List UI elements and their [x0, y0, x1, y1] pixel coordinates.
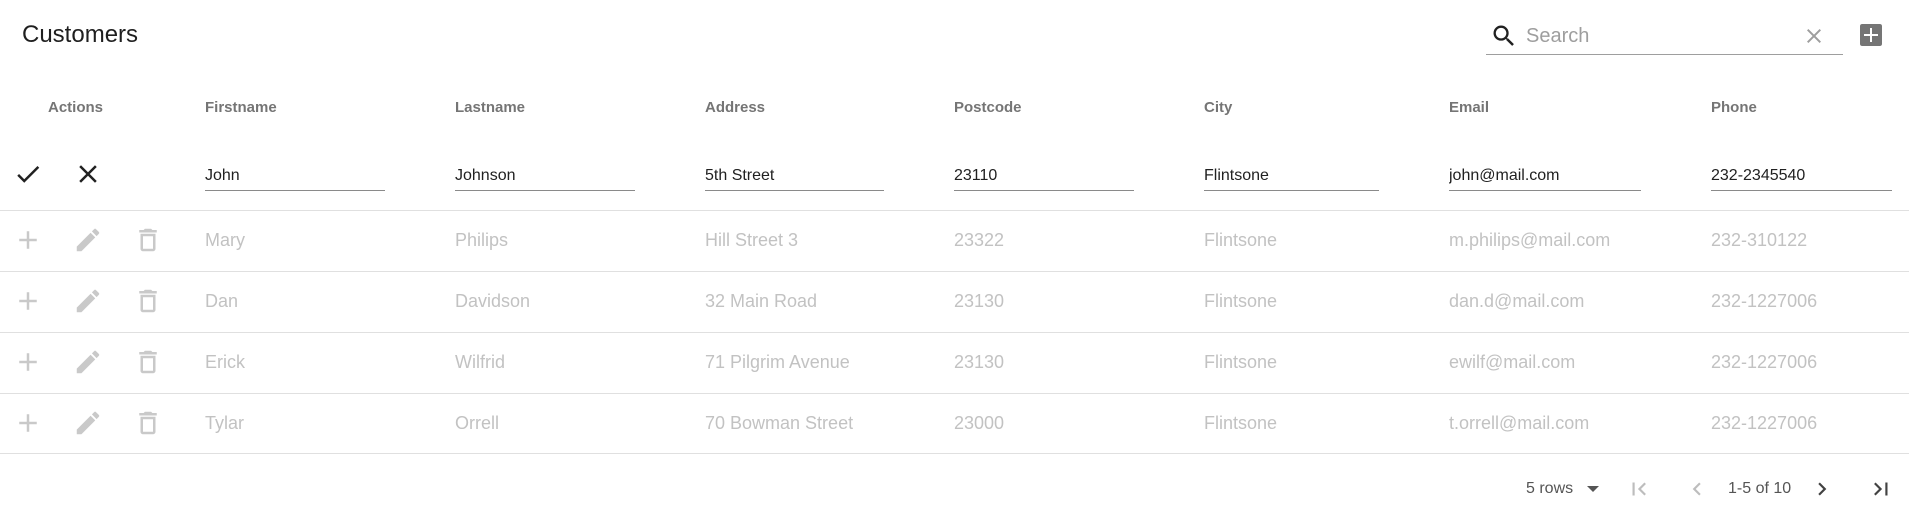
column-header-phone[interactable]: Phone	[1711, 99, 1757, 117]
cell-address: Hill Street 3	[705, 230, 799, 250]
cell-email: ewilf@mail.com	[1449, 352, 1576, 372]
cell-address: 32 Main Road	[705, 291, 818, 311]
cell-city: Flintsone	[1204, 230, 1278, 250]
cell-email: m.philips@mail.com	[1449, 230, 1611, 250]
email-field[interactable]	[1449, 161, 1641, 191]
cell-firstname: Erick	[205, 352, 245, 372]
cell-firstname: Tylar	[205, 413, 245, 433]
postcode-field[interactable]	[954, 161, 1134, 191]
row-divider	[0, 393, 1909, 394]
row-divider	[0, 210, 1909, 211]
column-header-email[interactable]: Email	[1449, 99, 1489, 117]
edit-icon[interactable]	[73, 347, 103, 377]
edit-icon[interactable]	[73, 408, 103, 438]
cell-phone: 232-310122	[1711, 230, 1808, 250]
search-input[interactable]	[1526, 22, 1786, 50]
delete-icon[interactable]	[133, 286, 163, 316]
search-field[interactable]	[1486, 16, 1843, 55]
arrow-drop-down-icon[interactable]	[1583, 481, 1603, 497]
cell-city: Flintsone	[1204, 352, 1278, 372]
cell-firstname: Dan	[205, 291, 239, 311]
add-box-icon[interactable]	[1860, 24, 1882, 46]
cell-firstname: Mary	[205, 230, 245, 250]
cell-address: 71 Pilgrim Avenue	[705, 352, 850, 372]
search-icon	[1493, 25, 1514, 46]
rows-per-page-select[interactable]: 5 rows	[1526, 479, 1573, 499]
column-header-postcode[interactable]: Postcode	[954, 99, 1022, 117]
add-icon[interactable]	[13, 286, 43, 316]
check-icon[interactable]	[13, 159, 43, 189]
row-divider	[0, 332, 1909, 333]
close-icon[interactable]	[1802, 24, 1826, 48]
cell-phone: 232-1227006	[1711, 291, 1818, 311]
cell-postcode: 23130	[954, 291, 1005, 311]
edit-icon[interactable]	[73, 225, 103, 255]
cell-lastname: Wilfrid	[455, 352, 505, 372]
cell-postcode: 23000	[954, 413, 1005, 433]
add-icon[interactable]	[13, 347, 43, 377]
column-header-actions: Actions	[48, 99, 104, 116]
cell-postcode: 23322	[954, 230, 1005, 250]
lastname-field[interactable]	[455, 161, 635, 191]
column-header-firstname[interactable]: Firstname	[205, 99, 277, 117]
phone-field[interactable]	[1711, 161, 1892, 191]
page-title: Customers	[22, 21, 139, 48]
cell-city: Flintsone	[1204, 413, 1278, 433]
delete-icon[interactable]	[133, 225, 163, 255]
add-icon[interactable]	[13, 225, 43, 255]
cell-email: dan.d@mail.com	[1449, 291, 1585, 311]
column-header-address[interactable]: Address	[705, 99, 765, 117]
chevron-left-icon[interactable]	[1684, 476, 1710, 502]
column-header-city[interactable]: City	[1204, 99, 1232, 117]
delete-icon[interactable]	[133, 408, 163, 438]
pagination-range: 1-5 of 10	[1728, 480, 1792, 497]
first-page-icon[interactable]	[1626, 476, 1652, 502]
close-icon[interactable]	[73, 159, 103, 189]
cell-phone: 232-1227006	[1711, 413, 1818, 433]
cell-lastname: Davidson	[455, 291, 531, 311]
delete-icon[interactable]	[133, 347, 163, 377]
table-bottom-divider	[0, 453, 1909, 454]
firstname-field[interactable]	[205, 161, 385, 191]
column-header-lastname[interactable]: Lastname	[455, 99, 525, 117]
cell-address: 70 Bowman Street	[705, 413, 854, 433]
row-divider	[0, 271, 1909, 272]
cell-lastname: Orrell	[455, 413, 499, 433]
address-field[interactable]	[705, 161, 884, 191]
city-field[interactable]	[1204, 161, 1379, 191]
cell-lastname: Philips	[455, 230, 509, 250]
cell-postcode: 23130	[954, 352, 1005, 372]
edit-icon[interactable]	[73, 286, 103, 316]
cell-email: t.orrell@mail.com	[1449, 413, 1590, 433]
last-page-icon[interactable]	[1868, 476, 1894, 502]
cell-phone: 232-1227006	[1711, 352, 1818, 372]
add-icon[interactable]	[13, 408, 43, 438]
cell-city: Flintsone	[1204, 291, 1278, 311]
chevron-right-icon[interactable]	[1809, 476, 1835, 502]
